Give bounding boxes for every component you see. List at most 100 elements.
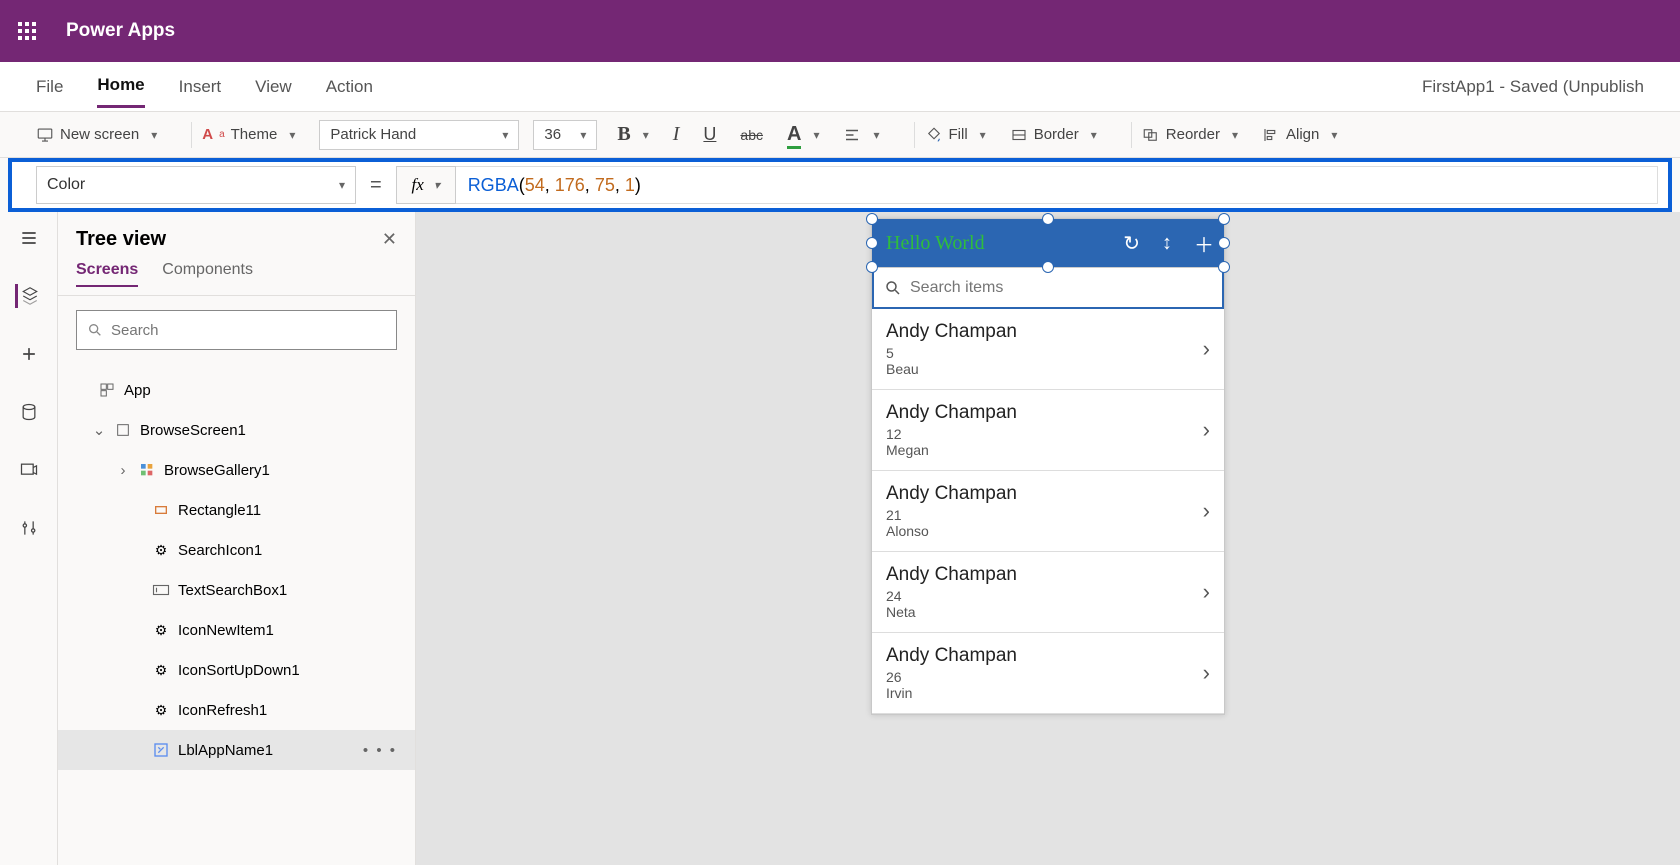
data-icon[interactable] (17, 400, 41, 424)
property-selector[interactable]: Color ▾ (36, 166, 356, 204)
tree-node-iconrefresh[interactable]: ⚙ IconRefresh1 (58, 690, 415, 730)
theme-button[interactable]: Aa Theme ▾ (202, 126, 295, 143)
font-size-select[interactable]: 36 ▾ (533, 120, 597, 150)
underline-button[interactable]: U (703, 124, 716, 145)
preview-gallery[interactable]: Andy Champan 5 Beau › Andy Champan 12 Me… (872, 309, 1224, 714)
border-button[interactable]: Border ▾ (1010, 126, 1097, 144)
equals-sign: = (370, 174, 382, 197)
tree-node-iconnewitem[interactable]: ⚙ IconNewItem1 (58, 610, 415, 650)
refresh-icon[interactable]: ↻ (1123, 231, 1140, 256)
ribbon: New screen ▾ Aa Theme ▾ Patrick Hand ▾ 3… (0, 112, 1680, 158)
reorder-button[interactable]: Reorder ▾ (1142, 126, 1238, 144)
list-item[interactable]: Andy Champan 21 Alonso › (872, 471, 1224, 552)
advanced-tools-icon[interactable] (17, 516, 41, 540)
caret-down-icon: ⌄ (92, 421, 106, 439)
tree-node-browsescreen[interactable]: ⌄ BrowseScreen1 (58, 410, 415, 450)
list-item-name: Andy Champan (886, 564, 1210, 586)
preview-search-input[interactable] (910, 279, 1212, 297)
font-color-button[interactable]: A▾ (787, 123, 819, 146)
align-button[interactable]: Align ▾ (1262, 126, 1337, 144)
list-item[interactable]: Andy Champan 5 Beau › (872, 309, 1224, 390)
list-item-number: 12 (886, 426, 1210, 442)
chevron-right-icon[interactable]: › (1203, 660, 1210, 686)
selection-handle[interactable] (866, 237, 878, 249)
tab-screens[interactable]: Screens (76, 261, 138, 287)
chevron-right-icon[interactable]: › (1203, 336, 1210, 362)
app-icon (98, 381, 116, 399)
tree-node-searchicon[interactable]: ⚙ SearchIcon1 (58, 530, 415, 570)
sort-icon[interactable]: ↕ (1162, 232, 1172, 255)
formula-input[interactable]: RGBA(54, 176, 75, 1) (456, 166, 1658, 204)
tree-node-rectangle[interactable]: Rectangle11 (58, 490, 415, 530)
align-icon (843, 126, 861, 144)
canvas[interactable]: Hello World ↻ ↕ ＋ Andy Champan (416, 212, 1680, 865)
chevron-right-icon[interactable]: › (1203, 417, 1210, 443)
tree-node-textsearchbox[interactable]: TextSearchBox1 (58, 570, 415, 610)
more-icon[interactable]: • • • (363, 742, 397, 759)
menu-insert[interactable]: Insert (179, 67, 222, 107)
list-item[interactable]: Andy Champan 24 Neta › (872, 552, 1224, 633)
chevron-right-icon[interactable]: › (1203, 498, 1210, 524)
strikethrough-button[interactable]: abc (740, 127, 763, 143)
hamburger-icon[interactable] (17, 226, 41, 250)
tab-components[interactable]: Components (162, 261, 253, 287)
list-item-number: 26 (886, 669, 1210, 685)
media-icon[interactable] (17, 458, 41, 482)
add-icon[interactable]: ＋ (1194, 229, 1214, 258)
insert-icon[interactable] (17, 342, 41, 366)
preview-search-row[interactable] (872, 267, 1224, 309)
waffle-icon[interactable] (18, 22, 36, 40)
selection-handle[interactable] (1042, 261, 1054, 273)
separator (914, 122, 915, 148)
tree-title: Tree view (76, 228, 382, 251)
list-item-sub: Irvin (886, 685, 1210, 701)
tree-node-lblappname[interactable]: LblAppName1 • • • (58, 730, 415, 770)
selection-handle[interactable] (1218, 237, 1230, 249)
selection-handle[interactable] (866, 261, 878, 273)
search-icon (87, 322, 103, 338)
chevron-down-icon: ▾ (289, 128, 295, 142)
fx-button[interactable]: fx ▾ (396, 166, 456, 204)
new-screen-button[interactable]: New screen ▾ (36, 126, 157, 144)
list-item[interactable]: Andy Champan 26 Irvin › (872, 633, 1224, 714)
close-icon[interactable]: ✕ (382, 229, 397, 250)
tree-search-input[interactable] (111, 322, 386, 339)
align-label: Align (1286, 126, 1319, 143)
tree-node-app[interactable]: App (58, 370, 415, 410)
selection-handle[interactable] (1042, 213, 1054, 225)
list-item[interactable]: Andy Champan 12 Megan › (872, 390, 1224, 471)
tree-node-label: App (124, 382, 151, 399)
list-item-sub: Beau (886, 361, 1210, 377)
align-text-button[interactable]: ▾ (843, 126, 879, 144)
phone-preview[interactable]: Hello World ↻ ↕ ＋ Andy Champan (871, 218, 1225, 715)
chevron-down-icon: ▾ (151, 128, 157, 142)
list-item-sub: Neta (886, 604, 1210, 620)
selection-handle[interactable] (1218, 261, 1230, 273)
chevron-down-icon: ▾ (339, 178, 345, 192)
tree-view-icon[interactable] (15, 284, 39, 308)
tree-search[interactable] (76, 310, 397, 350)
tree-node-iconsort[interactable]: ⚙ IconSortUpDown1 (58, 650, 415, 690)
tree-node-gallery[interactable]: › BrowseGallery1 (58, 450, 415, 490)
tree-node-label: IconNewItem1 (178, 622, 274, 639)
font-size-value: 36 (544, 126, 561, 143)
property-value: Color (47, 176, 85, 194)
bold-icon: B (617, 123, 630, 146)
font-select[interactable]: Patrick Hand ▾ (319, 120, 519, 150)
app-preview-header[interactable]: Hello World ↻ ↕ ＋ (872, 219, 1224, 267)
selection-handle[interactable] (1218, 213, 1230, 225)
save-status: FirstApp1 - Saved (Unpublish (1422, 77, 1644, 97)
selection-handle[interactable] (866, 213, 878, 225)
strikethrough-icon: abc (740, 127, 763, 143)
menu-view[interactable]: View (255, 67, 292, 107)
italic-button[interactable]: I (673, 123, 680, 146)
bold-button[interactable]: B▾ (617, 123, 648, 146)
tree-node-label: IconSortUpDown1 (178, 662, 300, 679)
menu-file[interactable]: File (36, 67, 63, 107)
menu-home[interactable]: Home (97, 65, 144, 108)
fill-button[interactable]: Fill ▾ (925, 126, 986, 144)
menu-action[interactable]: Action (326, 67, 373, 107)
chevron-right-icon[interactable]: › (1203, 579, 1210, 605)
gallery-icon (138, 461, 156, 479)
chevron-down-icon: ▾ (873, 128, 879, 142)
